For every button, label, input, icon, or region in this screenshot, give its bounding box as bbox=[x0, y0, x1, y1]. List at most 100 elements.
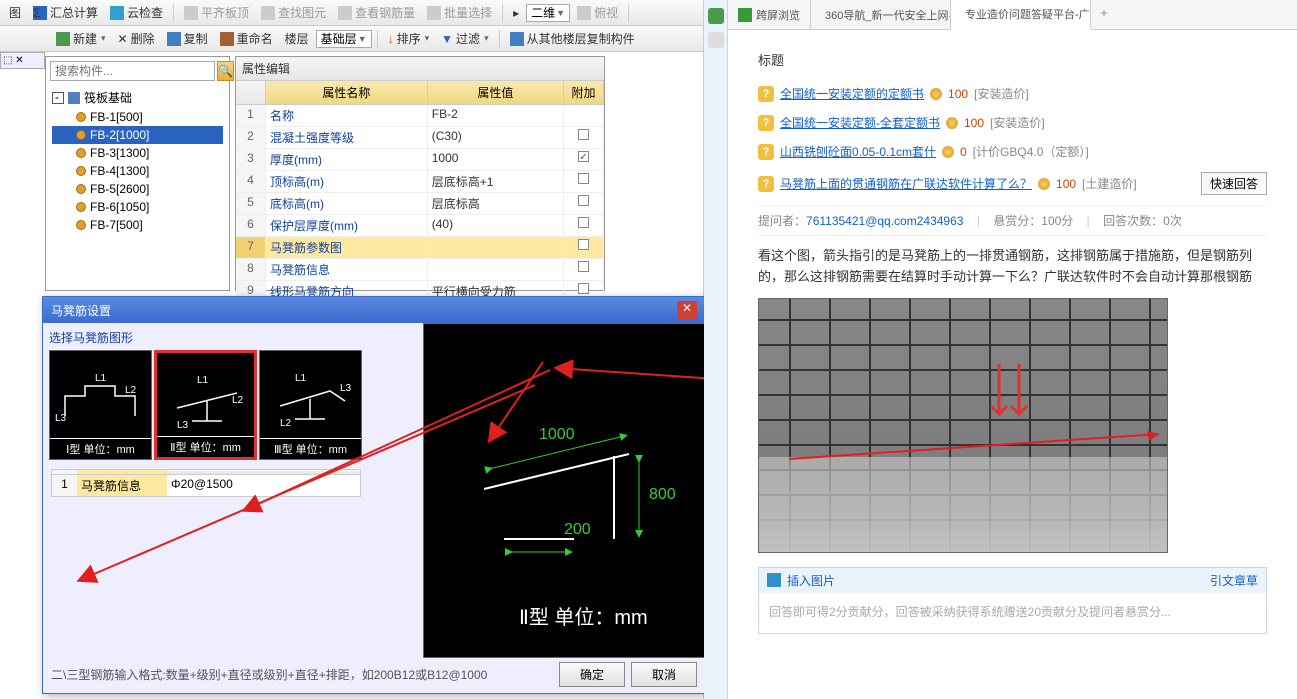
svg-text:L2: L2 bbox=[125, 385, 137, 396]
sum-calc-button[interactable]: Σ汇总计算 bbox=[28, 2, 103, 23]
tree-item[interactable]: FB-7[500] bbox=[52, 216, 223, 234]
svg-text:L2: L2 bbox=[232, 395, 244, 406]
tree-item[interactable]: FB-3[1300] bbox=[52, 144, 223, 162]
separator bbox=[502, 4, 503, 22]
ok-button[interactable]: 确定 bbox=[559, 662, 625, 687]
new-button[interactable]: 新建▾ bbox=[51, 28, 111, 49]
question-link[interactable]: 全国统一安装定额-全套定额书 bbox=[780, 114, 940, 131]
svg-text:L1: L1 bbox=[295, 373, 307, 384]
search-button[interactable]: 🔍 bbox=[217, 61, 234, 81]
cloud-check-button[interactable]: 云检查 bbox=[105, 2, 168, 23]
category-tag: [安装造价] bbox=[990, 114, 1045, 131]
info-row[interactable]: 1 马凳筋信息 Φ20@1500 bbox=[51, 475, 361, 497]
tab-cross-screen[interactable]: 跨屏浏览 bbox=[728, 0, 811, 29]
delete-button[interactable]: ✕删除 bbox=[113, 28, 160, 49]
svg-text:800: 800 bbox=[649, 486, 676, 503]
view-mode-combo[interactable]: 二维▼ bbox=[526, 4, 570, 22]
category-tag: [安装造价] bbox=[974, 85, 1029, 102]
property-row[interactable]: 5底标高(m)层底标高 bbox=[236, 193, 604, 215]
tab-qa-platform[interactable]: 专业造价问题答疑平台-广联达服 bbox=[951, 0, 1091, 30]
top-view-button[interactable]: 俯视 bbox=[572, 2, 623, 23]
browser-tabs: 跨屏浏览 360导航_新一代安全上网导航✕ 专业造价问题答疑平台-广联达服 + bbox=[728, 0, 1297, 30]
floor-combo[interactable]: 基础层▼ bbox=[316, 30, 372, 48]
shape-type-2[interactable]: L1L2L3 Ⅱ型 单位：mm bbox=[154, 350, 257, 460]
tree-item[interactable]: FB-4[1300] bbox=[52, 162, 223, 180]
qa-item: ? 全国统一安装定额的定额书 100 [安装造价] bbox=[758, 79, 1267, 108]
svg-text:L1: L1 bbox=[95, 373, 107, 384]
flat-slab-button[interactable]: 平齐板顶 bbox=[179, 2, 254, 23]
property-row[interactable]: 3厚度(mm)1000 bbox=[236, 149, 604, 171]
toolbar-top: 图 Σ汇总计算 云检查 平齐板顶 查找图元 查看钢筋量 批量选择 ▸ 二维▼ 俯… bbox=[0, 0, 703, 26]
new-tab-button[interactable]: + bbox=[1091, 0, 1117, 29]
question-icon: ? bbox=[758, 176, 774, 192]
tree-item[interactable]: FB-1[500] bbox=[52, 108, 223, 126]
copy-button[interactable]: 复制 bbox=[162, 28, 213, 49]
question-icon: ? bbox=[758, 86, 774, 102]
separator bbox=[499, 30, 500, 48]
property-row[interactable]: 6保护层厚度(mm)(40) bbox=[236, 215, 604, 237]
shape-type-1[interactable]: L1L2L3 Ⅰ型 单位：mm bbox=[49, 350, 152, 460]
component-tree-panel: 🔍 筏板基础 FB-1[500] FB-2[1000] FB-3[1300] F… bbox=[45, 56, 230, 291]
search-input[interactable] bbox=[50, 61, 215, 81]
view-rebar-button[interactable]: 查看钢筋量 bbox=[333, 2, 420, 23]
answer-textarea[interactable]: 回答即可得2分贡献分，回答被采纳获得系统赠送20贡献分及提问者悬赏分... bbox=[759, 593, 1266, 633]
gear-icon bbox=[76, 148, 86, 158]
question-link[interactable]: 马凳筋上面的贯通钢筋在广联达软件计算了么？ bbox=[780, 175, 1032, 192]
properties-title: 属性编辑 bbox=[236, 57, 604, 81]
tab-360[interactable]: 360导航_新一代安全上网导航✕ bbox=[811, 0, 951, 29]
property-row[interactable]: 4顶标高(m)层底标高+1 bbox=[236, 171, 604, 193]
property-row[interactable]: 2混凝土强度等级(C30) bbox=[236, 127, 604, 149]
dialog-titlebar[interactable]: 马凳筋设置 ✕ bbox=[43, 297, 705, 323]
photo-horiz-arrow-icon bbox=[759, 429, 1168, 469]
sort-button[interactable]: ↓排序▾ bbox=[383, 28, 435, 49]
reward-score: 0 bbox=[960, 145, 967, 159]
menu-tu[interactable]: 图 bbox=[4, 2, 26, 23]
property-row[interactable]: 1名称FB-2 bbox=[236, 105, 604, 127]
raft-icon bbox=[68, 92, 80, 104]
back-button[interactable]: ▸ bbox=[508, 4, 524, 22]
insert-image-icon[interactable] bbox=[767, 573, 781, 587]
rebar-photo bbox=[758, 298, 1168, 553]
filter-button[interactable]: ▼过滤▾ bbox=[436, 28, 493, 49]
asker-link[interactable]: 761135421@qq.com2434963 bbox=[806, 214, 963, 228]
madengji-dialog: 马凳筋设置 ✕ 选择马凳筋图形 L1L2L3 Ⅰ型 单位：mm L1L2L3 Ⅱ… bbox=[42, 296, 706, 694]
batch-select-button[interactable]: 批量选择 bbox=[422, 2, 497, 23]
gear-icon bbox=[76, 184, 86, 194]
tree-item[interactable]: FB-6[1050] bbox=[52, 198, 223, 216]
question-link[interactable]: 全国统一安装定额的定额书 bbox=[780, 85, 924, 102]
separator bbox=[628, 4, 629, 22]
qa-item: ? 山西铣刨砼面0.05-0.1cm套什 0 [计价GBQ4.0（定额）] bbox=[758, 137, 1267, 166]
separator bbox=[377, 30, 378, 48]
property-row[interactable]: 7马凳筋参数图 bbox=[236, 237, 604, 259]
close-icon: ✕ bbox=[682, 301, 692, 315]
close-button[interactable]: ✕ bbox=[677, 301, 697, 319]
rename-button[interactable]: 重命名 bbox=[215, 28, 278, 49]
svg-text:L1: L1 bbox=[197, 375, 209, 386]
coin-icon bbox=[1038, 178, 1050, 190]
copy-from-floor-button[interactable]: 从其他楼层复制构件 bbox=[505, 28, 640, 49]
question-icon: ? bbox=[758, 144, 774, 160]
question-link[interactable]: 山西铣刨砼面0.05-0.1cm套什 bbox=[780, 143, 936, 160]
format-hint: 二\三型钢筋输入格式:数量+级别+直径或级别+直径+排距，如200B12或B12… bbox=[51, 666, 553, 683]
page-title: 标题 bbox=[758, 50, 1267, 69]
tree-item[interactable]: FB-2[1000] bbox=[52, 126, 223, 144]
shape-caption: Ⅰ型 单位：mm bbox=[50, 438, 151, 459]
svg-text:Ⅱ型 单位：mm: Ⅱ型 单位：mm bbox=[519, 606, 648, 629]
cancel-button[interactable]: 取消 bbox=[631, 662, 697, 687]
quick-answer-button[interactable]: 快速回答 bbox=[1201, 172, 1267, 195]
tree: 筏板基础 FB-1[500] FB-2[1000] FB-3[1300] FB-… bbox=[46, 85, 229, 236]
insert-image-link[interactable]: 插入图片 bbox=[787, 572, 835, 589]
strip-icon[interactable] bbox=[708, 32, 724, 48]
quote-link[interactable]: 引文章草 bbox=[1210, 572, 1258, 589]
shape-type-3[interactable]: L1L3L2 Ⅲ型 单位：mm bbox=[259, 350, 362, 460]
tree-item[interactable]: FB-5[2600] bbox=[52, 180, 223, 198]
strip-icon[interactable] bbox=[708, 8, 724, 24]
side-strip bbox=[704, 0, 728, 699]
dock-tab-1[interactable]: ⬚ ✕ bbox=[0, 52, 45, 69]
find-elem-button[interactable]: 查找图元 bbox=[256, 2, 331, 23]
property-row[interactable]: 8马凳筋信息 bbox=[236, 259, 604, 281]
tree-root[interactable]: 筏板基础 bbox=[52, 87, 223, 108]
svg-text:1000: 1000 bbox=[539, 426, 575, 443]
gear-icon bbox=[76, 202, 86, 212]
coin-icon bbox=[930, 88, 942, 100]
